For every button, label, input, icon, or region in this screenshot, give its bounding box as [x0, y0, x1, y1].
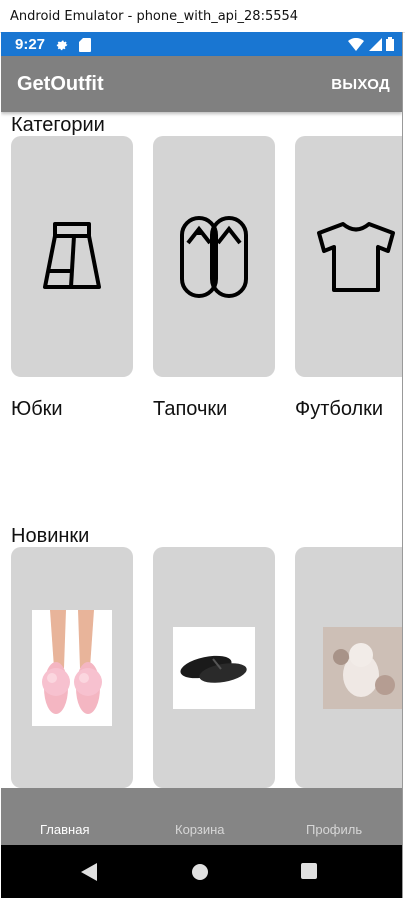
new-items-row[interactable]	[11, 547, 402, 789]
wifi-icon	[348, 37, 365, 51]
status-time: 9:27	[15, 36, 46, 53]
new-items-title: Новинки	[11, 525, 90, 547]
category-label-skirts: Юбки	[11, 398, 63, 420]
bottom-navigation: Главная Корзина Профиль	[1, 788, 402, 845]
category-label-tshirts: Футболки	[295, 398, 384, 420]
category-card-tshirts[interactable]	[295, 136, 402, 377]
window-title: Android Emulator - phone_with_api_28:555…	[10, 9, 299, 24]
new-item-card[interactable]	[11, 547, 133, 788]
device-screen: 9:27 GetOutfit ВЫХОД Категории Юбки Тапо…	[1, 32, 403, 898]
status-left-icons	[55, 36, 92, 54]
new-item-card[interactable]	[295, 547, 402, 788]
battery-icon	[386, 37, 394, 51]
home-icon[interactable]	[191, 863, 209, 881]
skirt-icon	[43, 221, 101, 289]
pink-fluffy-slippers-image	[32, 609, 112, 726]
back-icon[interactable]	[81, 863, 97, 881]
category-card-slippers[interactable]	[153, 136, 275, 377]
window-titlebar: Android Emulator - phone_with_api_28:555…	[0, 0, 405, 33]
app-bar: GetOutfit ВЫХОД	[1, 56, 402, 112]
tshirt-icon	[317, 221, 395, 292]
emulator-window: Android Emulator - phone_with_api_28:555…	[0, 0, 405, 898]
slippers-icon	[180, 215, 248, 298]
new-item-card[interactable]	[153, 547, 275, 788]
settings-icon	[56, 40, 68, 50]
black-flip-flops-image	[173, 626, 255, 709]
app-title: GetOutfit	[17, 73, 104, 95]
recents-icon[interactable]	[301, 863, 317, 879]
status-bar: 9:27	[1, 32, 402, 56]
sd-card-icon	[79, 37, 92, 52]
categories-title: Категории	[11, 114, 105, 136]
signal-icon	[368, 38, 382, 51]
nav-item-profile[interactable]: Профиль	[306, 822, 362, 837]
nav-item-cart[interactable]: Корзина	[175, 822, 225, 837]
status-right-icons	[348, 37, 394, 56]
plush-toy-image	[323, 626, 402, 709]
category-label-slippers: Тапочки	[153, 398, 228, 420]
nav-item-home[interactable]: Главная	[40, 822, 89, 837]
system-navigation-bar	[1, 845, 402, 898]
category-card-skirts[interactable]	[11, 136, 133, 377]
categories-row[interactable]	[11, 136, 402, 378]
exit-button[interactable]: ВЫХОД	[331, 76, 390, 93]
